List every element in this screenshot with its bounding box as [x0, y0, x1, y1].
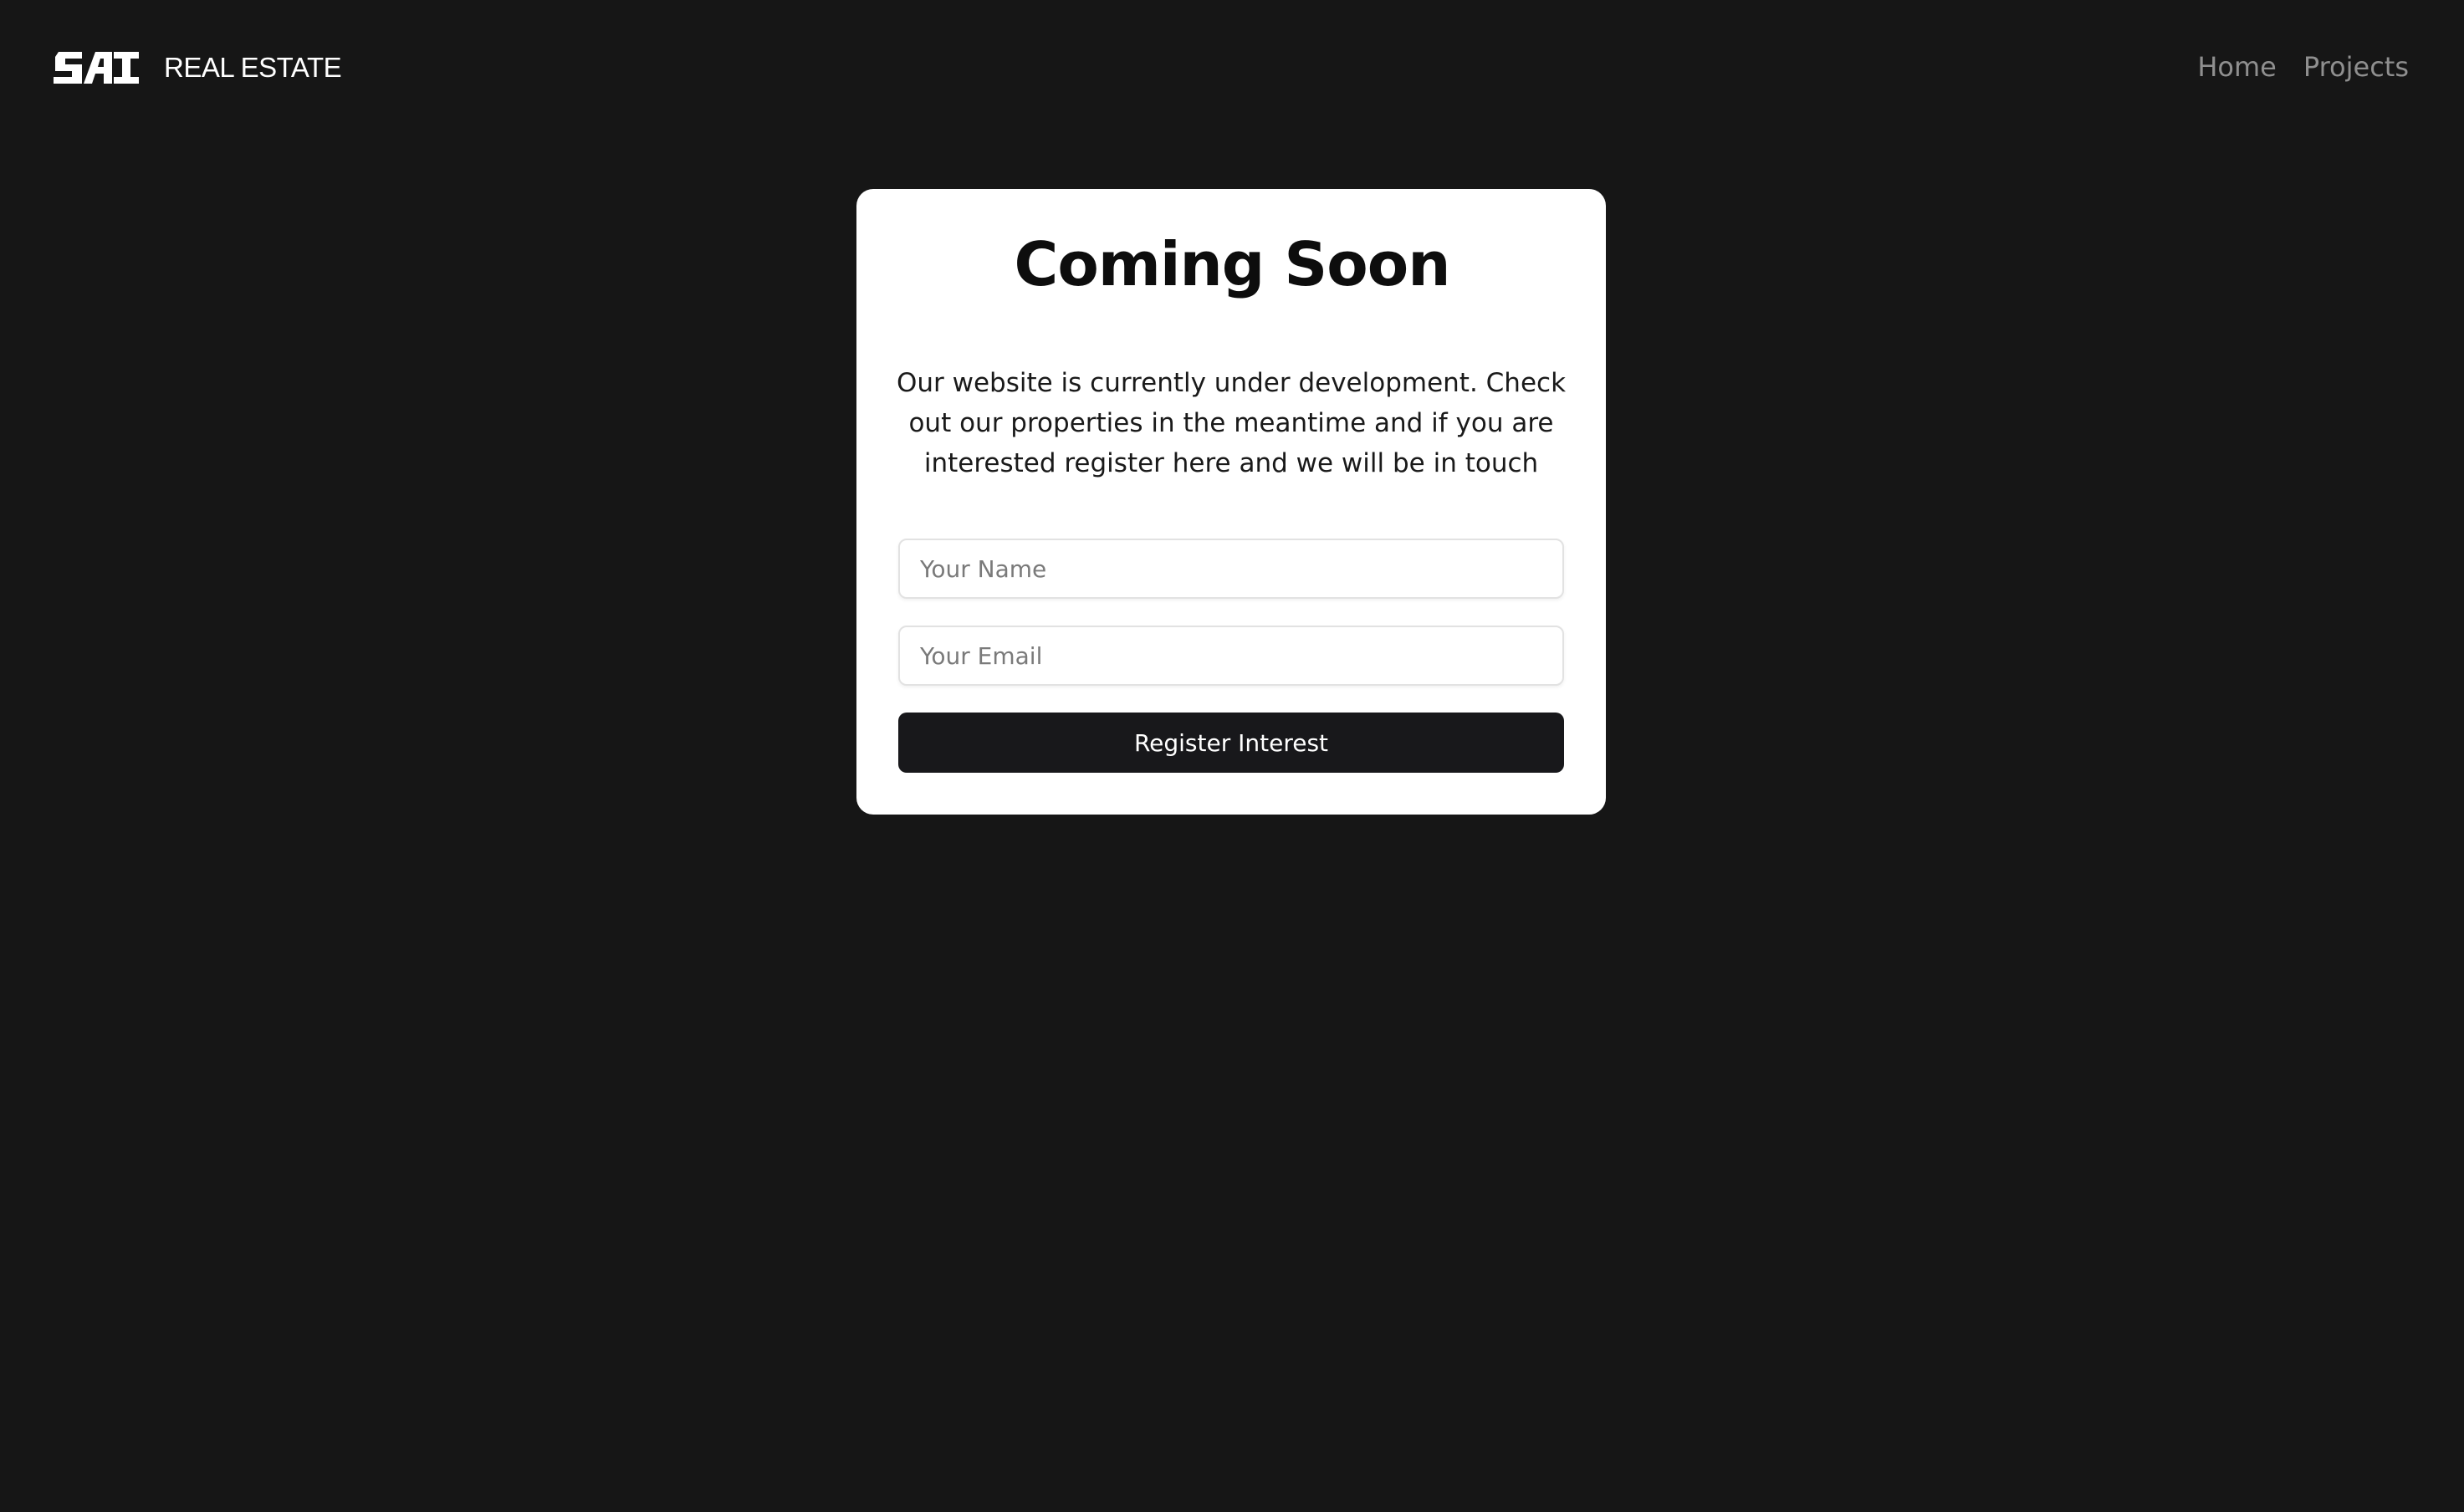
email-input[interactable] — [898, 626, 1564, 686]
navbar: REAL ESTATE Home Projects — [0, 0, 2464, 137]
brand-home-link[interactable]: REAL ESTATE — [54, 49, 342, 87]
sai-logo — [54, 52, 139, 84]
page-title: Coming Soon — [1014, 229, 1451, 299]
card-description: Our website is currently under developme… — [896, 368, 1567, 478]
nav-links: Home Projects — [2197, 47, 2409, 87]
nav-link-projects[interactable]: Projects — [2303, 47, 2409, 87]
page: REAL ESTATE Home Projects Coming Soon Ou… — [0, 0, 2464, 1512]
brand-name: REAL ESTATE — [164, 52, 342, 83]
name-input[interactable] — [898, 539, 1564, 599]
nav-link-home[interactable]: Home — [2197, 47, 2277, 87]
register-interest-button[interactable]: Register Interest — [898, 713, 1564, 773]
